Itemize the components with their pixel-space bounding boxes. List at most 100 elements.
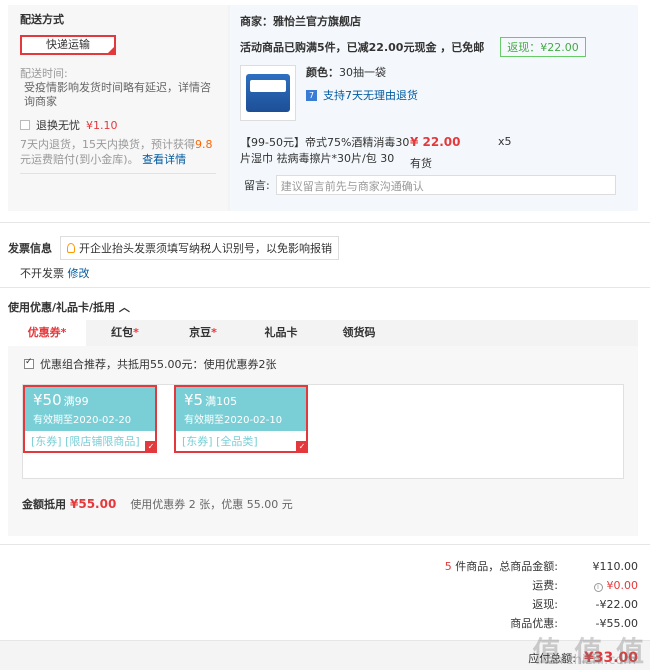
order-panel: 商家：雅怡兰官方旗舰店 活动商品已购满5件，已减22.00元现金 ，已免邮 返现… — [230, 5, 638, 211]
coupon-amount-row: ¥5 满105 — [184, 391, 298, 409]
return-support[interactable]: 7 支持7天无理由退货 — [306, 87, 418, 103]
shipping-order-block: 配送方式 快递运输 配送时间: 受疫情影响发货时间略有延迟，详情咨询商家 退换无… — [8, 5, 638, 211]
coupon-sum-value: ¥55.00 — [70, 497, 117, 511]
coupon-top: ¥5 满105 有效期至2020-02-10 — [176, 387, 306, 431]
coupon-recommend-text: 优惠组合推荐，共抵用55.00元：使用优惠券2张 — [40, 358, 277, 371]
tab-label: 礼品卡 — [264, 326, 298, 339]
coupon-recommend-row: 优惠组合推荐，共抵用55.00元：使用优惠券2张 — [24, 356, 277, 372]
return-service-row: 退换无忧 ¥1.10 — [20, 117, 216, 133]
divider — [0, 222, 650, 223]
promo-text: 活动商品已购满5件，已减22.00元现金 ，已免邮 — [240, 41, 485, 54]
tab-star: * — [133, 326, 139, 339]
product-price: ¥ 22.00 — [410, 135, 461, 149]
coupon-panel: 优惠组合推荐，共抵用55.00元：使用优惠券2张 ¥50满99 有效期至2020… — [8, 346, 638, 536]
product-attrs: 颜色：30抽一袋 7 支持7天无理由退货 — [306, 65, 418, 121]
tab-label: 领货码 — [342, 326, 376, 339]
invoice-tip: 开企业抬头发票须填写纳税人识别号，以免影响报销 — [60, 236, 339, 260]
freight-amount: ¥0.00 — [606, 579, 639, 592]
coupon-card[interactable]: ¥50 满99 有效期至2020-02-20 [东券] [限店铺限商品] — [23, 385, 157, 453]
color-value: 30抽一袋 — [339, 66, 386, 79]
goods-total-label: 5 件商品，总商品金额: — [445, 557, 558, 576]
seven-day-icon: 7 — [306, 89, 317, 101]
coupon-tag: [东券] [限店铺限商品] — [25, 431, 155, 451]
product-price-col: ¥ 22.00 有货 — [410, 135, 498, 171]
return-service-desc: 7天内退货，15天内换货，预计获得9.8 元运费赔付(到小金库)。 查看详情 — [20, 137, 216, 167]
tab-star: * — [211, 326, 217, 339]
tab-redeem-code[interactable]: 领货码 — [320, 320, 398, 346]
coupons-title-text: 使用优惠/礼品卡/抵用 — [8, 301, 116, 314]
support-text: 支持7天无理由退货 — [323, 89, 418, 102]
color-label: 颜色： — [306, 66, 339, 79]
invoice-modify-link[interactable]: 修改 — [68, 267, 90, 280]
product-stock: 有货 — [410, 157, 432, 170]
return-desc-a: 7天内退货，15天内换货，预计获得 — [20, 138, 195, 151]
divider — [0, 287, 650, 288]
product-row: 颜色：30抽一袋 7 支持7天无理由退货 — [240, 65, 628, 121]
invoice-title: 发票信息 — [8, 242, 52, 255]
remark-label: 留言: — [244, 179, 270, 192]
shipping-title: 配送方式 — [20, 13, 64, 26]
coupon-list: ¥50满99 有效期至2020-02-20 [东券] [限店铺限商品] ¥5满1… — [22, 384, 624, 479]
return-desc-b: 元运费赔付(到小金库)。 — [20, 153, 139, 166]
remark-row: 留言: 建议留言前先与商家沟通确认 — [244, 175, 616, 195]
shipping-panel: 配送方式 快递运输 配送时间: 受疫情影响发货时间略有延迟，详情咨询商家 退换无… — [8, 5, 228, 211]
coupon-sum-row: 金额抵用 ¥55.00 使用优惠券 2 张，优惠 55.00 元 — [22, 496, 293, 512]
return-service-checkbox[interactable] — [20, 120, 30, 130]
freight-label: 运费: — [532, 579, 558, 592]
product-qty: x5 — [498, 135, 512, 148]
coupon-expiry: 有效期至2020-02-10 — [184, 415, 283, 426]
tab-coupons[interactable]: 优惠券* — [8, 320, 86, 346]
rebate-row: 返现: -¥22.00 — [338, 595, 638, 614]
rebate-badge: 返现：¥22.00 — [500, 37, 586, 57]
shop-name: 商家：雅怡兰官方旗舰店 — [240, 15, 361, 28]
wipes-package-icon — [246, 74, 290, 112]
express-shipping-button[interactable]: 快递运输 — [20, 35, 116, 55]
tab-red-packet[interactable]: 红包* — [86, 320, 164, 346]
return-service-label: 退换无忧 — [36, 119, 80, 132]
coupon-tabs: 优惠券* 红包* 京豆* 礼品卡 领货码 — [8, 320, 638, 346]
freight-row: 运费: i ¥0.00 — [338, 576, 638, 595]
coupon-tag: [东券] [全品类] — [176, 431, 306, 451]
coupon-amount: ¥5 — [184, 391, 204, 409]
coupon-sum-label: 金额抵用 — [22, 498, 66, 511]
divider — [0, 544, 650, 545]
product-line: 【99-50元】帝式75%酒精消毒30片湿巾 祛病毒擦片*30片/包 30 ¥ … — [240, 135, 628, 171]
goods-count-label: 件商品，总商品金额: — [455, 560, 558, 573]
coupon-card[interactable]: ¥5 满105 有效期至2020-02-10 [东券] [全品类] — [174, 385, 308, 453]
product-name[interactable]: 【99-50元】帝式75%酒精消毒30片湿巾 祛病毒擦片*30片/包 30 — [240, 135, 410, 171]
product-thumbnail[interactable] — [240, 65, 296, 121]
tab-label: 京豆 — [189, 326, 212, 339]
color-attr: 颜色：30抽一袋 — [306, 65, 418, 81]
freight-value: i ¥0.00 — [568, 576, 638, 595]
invoice-value: 不开发票 — [20, 267, 64, 280]
recommend-checkbox[interactable] — [24, 357, 34, 369]
bulb-icon — [67, 243, 75, 253]
goods-total-value: ¥110.00 — [592, 560, 639, 573]
invoice-tip-text: 开企业抬头发票须填写纳税人识别号，以免影响报销 — [79, 242, 332, 255]
coupon-expiry: 有效期至2020-02-20 — [33, 415, 132, 426]
tab-label: 红包 — [111, 326, 134, 339]
coupon-condition: 满105 — [205, 395, 238, 408]
delivery-time-label: 配送时间: — [20, 67, 68, 80]
coupons-title[interactable]: 使用优惠/礼品卡/抵用 ︿ — [8, 299, 130, 315]
details-link[interactable]: 查看详情 — [142, 153, 186, 166]
tab-gift-card[interactable]: 礼品卡 — [242, 320, 320, 346]
goods-total-row: 5 件商品，总商品金额: ¥110.00 — [338, 557, 638, 576]
invoice-row: 发票信息 开企业抬头发票须填写纳税人识别号，以免影响报销 — [8, 236, 339, 260]
chevron-up-icon: ︿ — [118, 301, 130, 314]
info-icon[interactable]: i — [593, 583, 603, 592]
remark-input[interactable]: 建议留言前先与商家沟通确认 — [275, 175, 616, 195]
coupon-top: ¥50 满99 有效期至2020-02-20 — [25, 387, 155, 431]
tab-jd-beans[interactable]: 京豆* — [164, 320, 242, 346]
tab-label: 优惠券 — [27, 326, 61, 339]
rebate-label: 返现: — [532, 598, 558, 611]
divider — [20, 173, 216, 174]
coupon-condition: 满99 — [63, 395, 89, 408]
tab-star: * — [60, 326, 67, 339]
return-service-price: ¥1.10 — [86, 118, 118, 132]
order-totals: 5 件商品，总商品金额: ¥110.00 运费: i ¥0.00 返现: -¥22… — [338, 557, 638, 633]
invoice-value-row: 不开发票 修改 — [20, 265, 90, 281]
return-desc-amount: 9.8 — [195, 138, 213, 151]
coupon-amount-row: ¥50 满99 — [33, 391, 147, 409]
goods-count: 5 — [444, 560, 452, 573]
